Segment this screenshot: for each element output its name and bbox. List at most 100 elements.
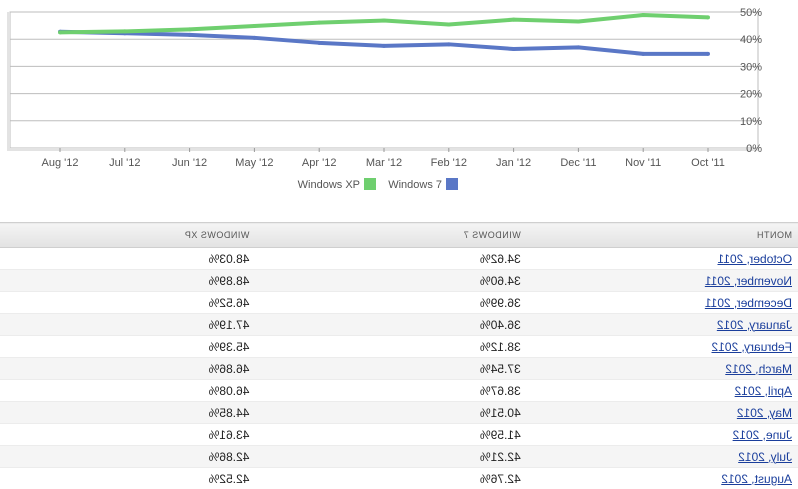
data-point bbox=[446, 42, 451, 47]
month-link[interactable]: February, 2012 bbox=[712, 340, 793, 354]
data-point bbox=[382, 18, 386, 23]
windows-7-share-cell: 36.99% bbox=[255, 291, 527, 314]
y-tick-label: 40% bbox=[740, 34, 762, 46]
month-link[interactable]: July, 2012 bbox=[738, 450, 792, 464]
x-axis: Oct '11 Nov '11 Dec '11 Jan '12 Feb '12 Mar '… bbox=[42, 148, 725, 169]
month-cell: May, 2012 bbox=[526, 401, 798, 424]
table-row: May, 2012 40.51% 44.85% bbox=[0, 401, 798, 424]
x-tick-label: Nov '11 bbox=[625, 157, 661, 169]
data-point bbox=[576, 45, 581, 50]
table-row: February, 2012 38.12% 45.39% bbox=[0, 335, 798, 358]
windows-7-share-cell: 42.76% bbox=[255, 467, 527, 489]
windows-xp-share-cell: 45.39% bbox=[0, 335, 256, 358]
header-windows-xp: WINDOWS XP bbox=[0, 222, 256, 248]
data-point bbox=[511, 17, 516, 22]
table-row: January, 2012 36.40% 47.19% bbox=[0, 313, 798, 336]
header-windows-7: WINDOWS 7 bbox=[255, 222, 527, 248]
legend: Windows 7 Windows XP bbox=[298, 178, 458, 191]
month-link[interactable]: January, 2012 bbox=[717, 318, 792, 332]
data-point bbox=[122, 29, 127, 34]
windows-xp-share-cell: 42.86% bbox=[0, 445, 256, 468]
table-row: July, 2012 42.21% 42.86% bbox=[0, 445, 798, 468]
x-tick-label: Oct '11 bbox=[691, 157, 725, 169]
data-point bbox=[382, 43, 386, 48]
legend-swatch bbox=[364, 178, 376, 190]
windows-xp-share-cell: 42.52% bbox=[0, 467, 256, 489]
legend-label: Windows XP bbox=[298, 179, 360, 191]
windows-7-share-cell: 38.12% bbox=[255, 335, 527, 358]
table-row: December, 2011 36.99% 46.52% bbox=[0, 291, 798, 314]
x-tick-label: Jan '12 bbox=[496, 157, 531, 169]
data-point bbox=[446, 22, 451, 27]
table-body: October, 2011 34.62% 48.03% November, 2011 3… bbox=[0, 247, 798, 489]
windows-xp-share-cell: 44.85% bbox=[0, 401, 256, 424]
x-tick-label: Jun '12 bbox=[172, 157, 207, 169]
data-point bbox=[187, 27, 192, 32]
month-link[interactable]: August, 2012 bbox=[721, 472, 792, 486]
month-link[interactable]: May, 2012 bbox=[737, 406, 792, 420]
x-tick-label: Jul '12 bbox=[109, 157, 140, 169]
data-point bbox=[317, 20, 322, 25]
month-cell: April, 2012 bbox=[526, 379, 798, 402]
month-cell: February, 2012 bbox=[526, 335, 798, 358]
table-row: April, 2012 38.67% 46.08% bbox=[0, 379, 798, 402]
windows-7-share-cell: 36.40% bbox=[255, 313, 527, 336]
month-cell: December, 2011 bbox=[526, 291, 798, 314]
page: 0% 10% 20% 30% 40% 50% Oct '11 Nov '11 Dec '11 J… bbox=[0, 0, 798, 489]
table-header-row: MONTH WINDOWS 7 WINDOWS XP bbox=[0, 222, 798, 248]
legend-swatch bbox=[446, 178, 458, 190]
data-point bbox=[252, 35, 257, 40]
month-link[interactable]: March, 2012 bbox=[725, 362, 792, 376]
table-row: August, 2012 42.76% 42.52% bbox=[0, 467, 798, 489]
plot-depth-side bbox=[7, 12, 10, 151]
y-tick-label: 50% bbox=[740, 7, 762, 19]
data-point bbox=[706, 15, 710, 20]
windows-xp-share-cell: 43.61% bbox=[0, 423, 256, 446]
data-point bbox=[641, 51, 646, 56]
os-share-table: MONTH WINDOWS 7 WINDOWS XP October, 2011… bbox=[0, 222, 798, 489]
data-point bbox=[706, 51, 710, 56]
x-tick-label: Mar '12 bbox=[366, 157, 402, 169]
windows-7-share-cell: 40.51% bbox=[255, 401, 527, 424]
line-chart: 0% 10% 20% 30% 40% 50% Oct '11 Nov '11 Dec '11 J… bbox=[7, 7, 762, 191]
month-cell: November, 2011 bbox=[526, 269, 798, 292]
windows-xp-share-cell: 46.52% bbox=[0, 291, 256, 314]
windows-xp-share-cell: 46.08% bbox=[0, 379, 256, 402]
x-tick-label: May '12 bbox=[235, 157, 273, 169]
month-cell: January, 2012 bbox=[526, 313, 798, 336]
x-tick-label: Feb '12 bbox=[431, 157, 467, 169]
data-point bbox=[187, 32, 192, 37]
y-tick-label: 20% bbox=[740, 89, 762, 101]
data-point bbox=[317, 40, 322, 45]
data-point bbox=[641, 13, 646, 18]
data-point bbox=[511, 46, 516, 51]
windows-xp-share-cell: 46.86% bbox=[0, 357, 256, 380]
x-tick-label: Apr '12 bbox=[302, 157, 337, 169]
data-point bbox=[576, 19, 581, 24]
month-cell: June, 2012 bbox=[526, 423, 798, 446]
table-row: June, 2012 41.59% 43.61% bbox=[0, 423, 798, 446]
month-cell: August, 2012 bbox=[526, 467, 798, 489]
y-tick-label: 30% bbox=[740, 61, 762, 73]
x-tick-label: Aug '12 bbox=[42, 157, 79, 169]
month-link[interactable]: June, 2012 bbox=[733, 428, 792, 442]
windows-xp-share-cell: 48.03% bbox=[0, 247, 256, 270]
data-point bbox=[252, 24, 257, 29]
month-link[interactable]: April, 2012 bbox=[735, 384, 792, 398]
windows-7-share-cell: 42.21% bbox=[255, 445, 527, 468]
month-link[interactable]: October, 2011 bbox=[718, 252, 793, 266]
month-cell: March, 2012 bbox=[526, 357, 798, 380]
data-point bbox=[58, 30, 62, 35]
windows-xp-share-cell: 48.89% bbox=[0, 269, 256, 292]
month-cell: October, 2011 bbox=[526, 247, 798, 270]
y-tick-label: 10% bbox=[740, 116, 762, 128]
month-link[interactable]: December, 2011 bbox=[705, 296, 792, 310]
month-cell: July, 2012 bbox=[526, 445, 798, 468]
header-month: MONTH bbox=[526, 222, 798, 248]
windows-7-share-cell: 41.59% bbox=[255, 423, 527, 446]
x-tick-label: Dec '11 bbox=[560, 157, 596, 169]
windows-7-share-cell: 34.62% bbox=[255, 247, 527, 270]
windows-7-share-cell: 37.54% bbox=[255, 357, 527, 380]
table-row: November, 2011 34.60% 48.89% bbox=[0, 269, 798, 292]
month-link[interactable]: November, 2011 bbox=[705, 274, 792, 288]
